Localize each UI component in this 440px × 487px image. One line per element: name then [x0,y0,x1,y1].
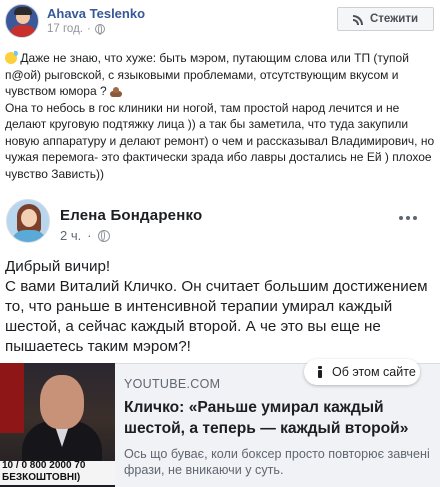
link-description: Ось що буває, коли боксер просто повторю… [124,447,430,477]
outer-author-avatar[interactable] [5,4,39,38]
follow-button[interactable]: Стежити [337,7,434,31]
poop-emoji-icon [109,85,122,97]
shared-author-name[interactable]: Елена Бондаренко [60,207,202,224]
shared-text-greeting: Дибрый вичир! [5,258,111,275]
sweat-smile-emoji-icon [5,51,18,64]
link-preview-thumbnail[interactable]: 10 / 0 800 2000 70 БЕЗКОШТОВНІ) [0,363,115,487]
follow-label: Стежити [369,13,419,25]
thumbnail-caption: 10 / 0 800 2000 70 БЕЗКОШТОВНІ) [2,460,86,483]
about-site-button[interactable]: Об этом сайте [304,359,420,385]
outer-post-time[interactable]: 17 год. [47,23,83,35]
outer-post-meta: 17 год. · [47,23,105,35]
shared-author-avatar[interactable] [6,199,50,243]
rss-icon [352,13,365,25]
more-options-icon[interactable] [399,216,417,220]
shared-post-text: Дибрый вичир! С вами Виталий Кличко. Он … [5,257,435,357]
outer-author-name[interactable]: Ahava Teslenko [47,6,145,21]
about-site-label: Об этом сайте [332,365,416,379]
info-icon [314,366,326,378]
globe-icon [94,24,105,35]
outer-post-header: Ahava Teslenko 17 год. · Стежити [0,0,440,40]
outer-paragraph-2: Она то небось в гос клиники ни ногой, та… [5,100,435,181]
outer-paragraph-1: Даже не знаю, что хуже: быть мэром, пута… [5,51,409,98]
outer-post-text: Даже не знаю, что хуже: быть мэром, пута… [5,50,435,182]
shared-post-meta: 2 ч. · [60,228,110,243]
link-domain: YOUTUBE.COM [124,377,221,391]
link-title[interactable]: Кличко: «Раньше умирал каждый шестой, а … [124,397,430,439]
shared-post-time[interactable]: 2 ч. [60,228,81,243]
globe-icon [97,229,110,242]
shared-text-body: С вами Виталий Кличко. Он считает больши… [5,278,428,355]
